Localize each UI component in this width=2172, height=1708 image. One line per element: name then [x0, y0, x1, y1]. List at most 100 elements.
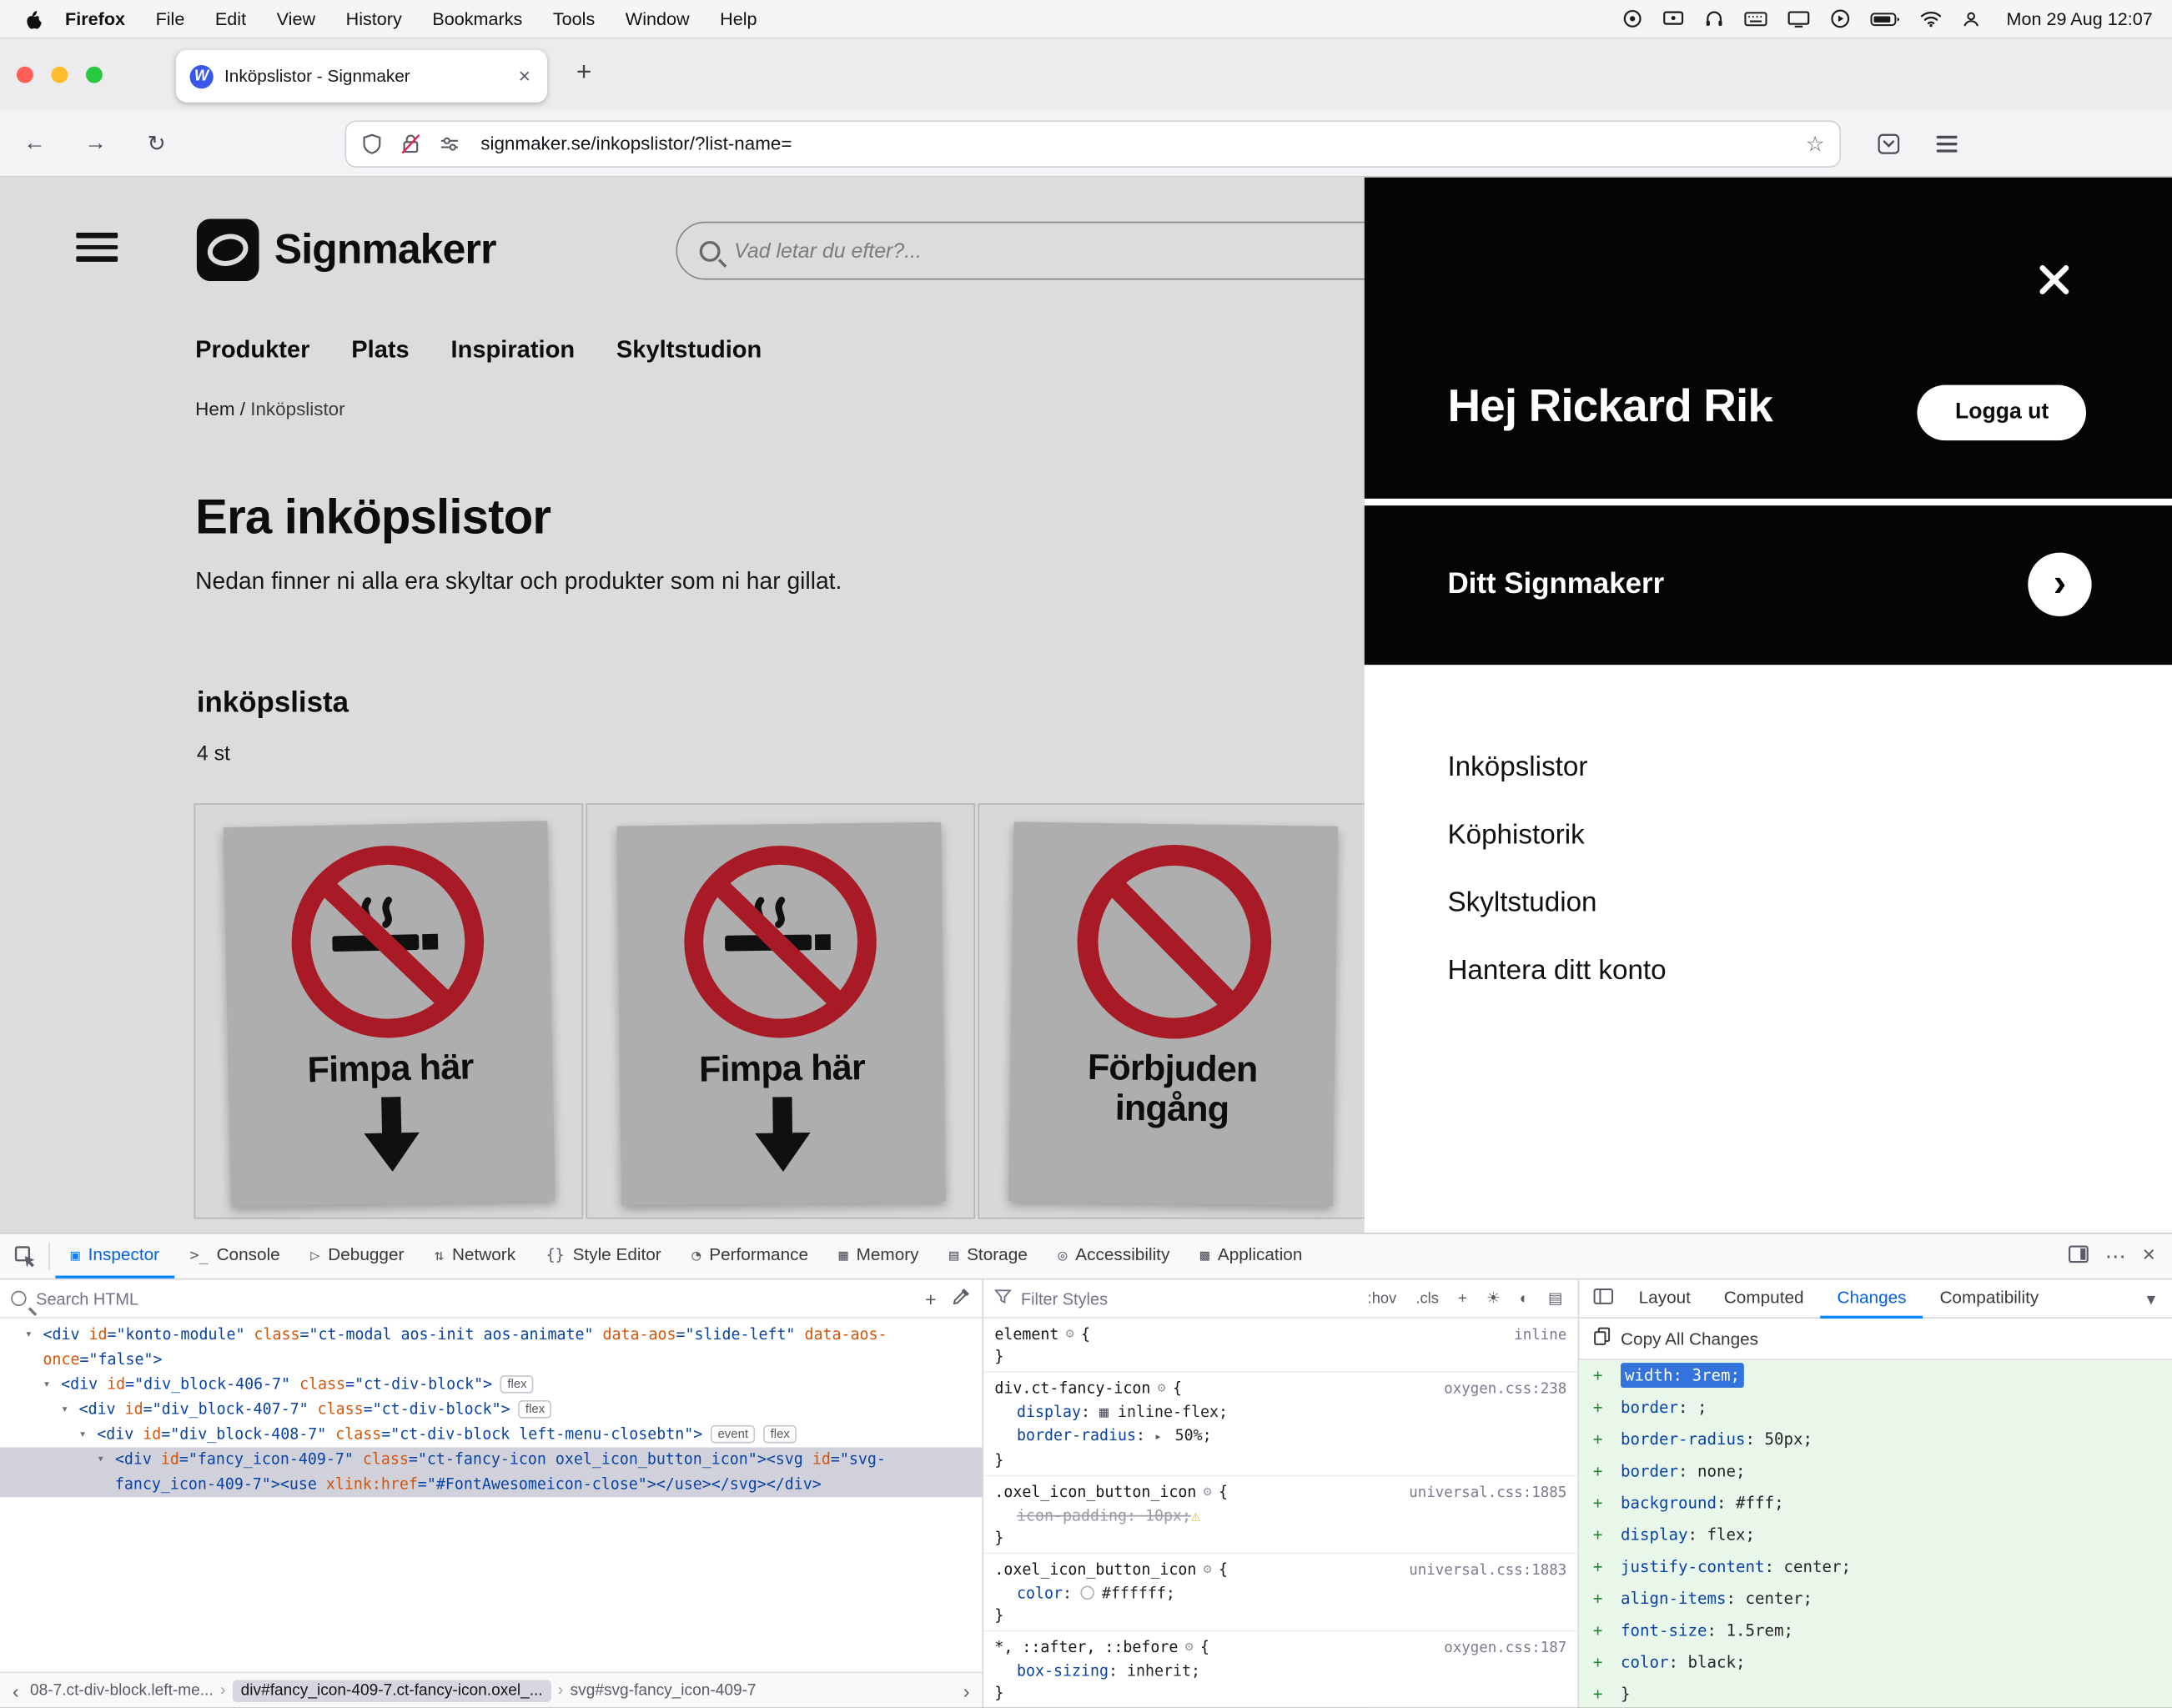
css-declaration[interactable]: box-sizing: inherit; [994, 1660, 1566, 1683]
address-bar[interactable]: signmaker.se/inkopslistor/?list-name= ☆ [345, 120, 1842, 167]
rule-selector[interactable]: div.ct-fancy-icon [994, 1378, 1150, 1400]
close-icon[interactable] [2035, 260, 2074, 299]
devtools-menu-icon[interactable]: ⋯ [2105, 1243, 2126, 1268]
account-section[interactable]: Ditt Signmakerr › [1365, 505, 2172, 665]
keyboard-icon[interactable] [1745, 8, 1768, 29]
play-icon[interactable] [1831, 8, 1852, 29]
account-link-ink-pslistor[interactable]: Inköpslistor [1447, 751, 1666, 784]
breadcrumb-item[interactable]: div#fancy_icon-409-7.ct-fancy-icon.oxel_… [233, 1680, 551, 1702]
twisty-icon[interactable]: ▾ [97, 1447, 104, 1472]
wifi-icon[interactable] [1921, 10, 1943, 28]
gear-icon[interactable]: ⚙ [1204, 1560, 1212, 1582]
css-declaration[interactable]: border-radius: ▸ 50%; [994, 1424, 1566, 1450]
menubar-item-window[interactable]: Window [611, 8, 705, 29]
twisty-icon[interactable]: ▾ [79, 1423, 87, 1448]
rule-source-link[interactable]: oxygen.css:187 [1444, 1637, 1566, 1660]
apple-menu-icon[interactable] [23, 8, 42, 30]
expand-icon[interactable]: ▸ [1154, 1431, 1169, 1445]
battery-icon[interactable] [1871, 10, 1902, 27]
menubar-item-help[interactable]: Help [705, 8, 772, 29]
crumb-back-icon[interactable]: ‹ [8, 1680, 23, 1702]
markup-line[interactable]: ▾<div id="konto-module" class="ct-modal … [0, 1323, 982, 1373]
tracking-shield-icon[interactable] [361, 133, 382, 155]
pick-element-icon[interactable] [14, 1244, 38, 1268]
gear-icon[interactable]: ⚙ [1158, 1378, 1166, 1400]
rule-source-link[interactable]: inline [1514, 1324, 1566, 1347]
gear-icon[interactable]: ⚙ [1066, 1324, 1074, 1347]
account-link-hantera-ditt-konto[interactable]: Hantera ditt konto [1447, 954, 1666, 987]
gear-icon[interactable]: ⚙ [1185, 1637, 1194, 1660]
rule-source-link[interactable]: universal.css:1885 [1409, 1482, 1566, 1505]
menubar-item-file[interactable]: File [140, 8, 199, 29]
sidebar-tab-layout[interactable]: Layout [1622, 1279, 1707, 1319]
css-declaration[interactable]: display: ▦ inline-flex; [994, 1400, 1566, 1424]
breadcrumb-item[interactable]: 08-7.ct-div-block.left-me... [30, 1682, 214, 1699]
devtools-tab-inspector[interactable]: ▣Inspector [55, 1234, 174, 1278]
display-mirror-icon[interactable] [1663, 8, 1686, 29]
rule-selector[interactable]: *, ::after, ::before [994, 1637, 1178, 1660]
devtools-tab-storage[interactable]: ▤Storage [934, 1234, 1043, 1278]
window-minimize-button[interactable] [51, 67, 68, 83]
focus-mode-icon[interactable] [1622, 8, 1643, 29]
add-node-button[interactable]: + [919, 1288, 942, 1310]
back-button[interactable]: ← [23, 131, 48, 156]
insecure-lock-icon[interactable] [400, 133, 421, 155]
css-declaration[interactable]: icon-padding: 10px; ⚠ [994, 1505, 1566, 1528]
tab-close-icon[interactable]: × [515, 64, 533, 88]
window-zoom-button[interactable] [86, 67, 103, 83]
copy-all-changes-row[interactable]: Copy All Changes [1579, 1319, 2172, 1360]
markup-search-input[interactable]: Search HTML [36, 1289, 910, 1308]
markup-line[interactable]: ▾<div id="div_block-407-7" class="ct-div… [0, 1398, 982, 1423]
menubar-item-bookmarks[interactable]: Bookmarks [417, 8, 538, 29]
markup-line[interactable]: ▾<div id="fancy_icon-409-7" class="ct-fa… [0, 1447, 982, 1497]
badge-flex[interactable]: flex [500, 1375, 534, 1394]
devtools-tab-accessibility[interactable]: ◎Accessibility [1043, 1234, 1185, 1278]
style-toggle[interactable]: :hov [1364, 1290, 1401, 1307]
badge-event[interactable]: event [711, 1425, 755, 1444]
user-menu-icon[interactable] [1962, 9, 1981, 28]
menubar-item-tools[interactable]: Tools [538, 8, 611, 29]
style-toggle[interactable]: + [1454, 1290, 1471, 1307]
twisty-icon[interactable]: ▾ [25, 1323, 33, 1348]
sidebar-tabs-dropdown-icon[interactable]: ▾ [2147, 1288, 2167, 1309]
color-swatch[interactable] [1081, 1586, 1095, 1600]
dock-mode-icon[interactable] [2068, 1245, 2089, 1268]
sidebar-toggle-icon[interactable] [1585, 1288, 1622, 1309]
rule-selector[interactable]: .oxel_icon_button_icon [994, 1482, 1196, 1505]
logout-button[interactable]: Logga ut [1918, 385, 2086, 440]
reload-button[interactable]: ↻ [144, 129, 169, 157]
devtools-tab-performance[interactable]: ◔Performance [676, 1234, 823, 1278]
browser-menu-icon[interactable] [1937, 131, 1958, 156]
menubar-item-edit[interactable]: Edit [200, 8, 262, 29]
devtools-tab-application[interactable]: ▩Application [1185, 1234, 1318, 1278]
sidebar-tab-compatibility[interactable]: Compatibility [1923, 1279, 2056, 1319]
menubar-clock[interactable]: Mon 29 Aug 12:07 [2006, 8, 2152, 29]
menubar-item-view[interactable]: View [261, 8, 330, 29]
devtools-tab-network[interactable]: ⇅Network [420, 1234, 531, 1278]
new-tab-button[interactable]: + [568, 58, 600, 89]
bookmark-star-icon[interactable]: ☆ [1806, 131, 1824, 156]
browser-tab[interactable]: W Inköpslistor - Signmaker × [176, 50, 547, 103]
gear-icon[interactable]: ⚙ [1204, 1482, 1212, 1505]
style-toggle[interactable]: ☀ [1482, 1289, 1504, 1308]
rule-source-link[interactable]: oxygen.css:238 [1444, 1378, 1566, 1400]
devtools-tab-style-editor[interactable]: {}Style Editor [530, 1234, 676, 1278]
devtools-tab-debugger[interactable]: ▷Debugger [295, 1234, 420, 1278]
badge-flex[interactable]: flex [519, 1400, 552, 1419]
rule-selector[interactable]: element [994, 1324, 1058, 1347]
style-toggle[interactable]: ◐ [1516, 1290, 1533, 1307]
twisty-icon[interactable]: ▾ [43, 1373, 50, 1398]
chevron-right-icon[interactable]: › [2028, 553, 2091, 616]
breadcrumb-item[interactable]: svg#svg-fancy_icon-409-7 [571, 1682, 757, 1699]
screen-icon[interactable] [1787, 8, 1811, 29]
url-text[interactable]: signmaker.se/inkopslistor/?list-name= [480, 133, 1787, 153]
window-close-button[interactable] [17, 67, 33, 83]
menubar-app-name[interactable]: Firefox [50, 8, 141, 29]
menubar-item-history[interactable]: History [330, 8, 417, 29]
crumb-forward-icon[interactable]: › [959, 1680, 974, 1702]
forward-button[interactable]: → [83, 131, 108, 156]
pocket-save-icon[interactable] [1877, 133, 1900, 155]
markup-line[interactable]: ▾<div id="div_block-408-7" class="ct-div… [0, 1423, 982, 1448]
badge-flex[interactable]: flex [763, 1425, 797, 1444]
account-link-skyltstudion[interactable]: Skyltstudion [1447, 887, 1666, 920]
